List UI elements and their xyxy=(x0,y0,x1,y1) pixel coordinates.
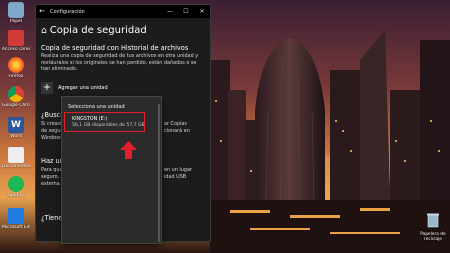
documents-icon xyxy=(8,147,24,163)
title-bar: ← Configuración — ☐ ✕ xyxy=(36,5,210,18)
edge-icon xyxy=(8,208,24,224)
desktop-icon-firefox[interactable]: Firefox xyxy=(2,57,30,79)
word-icon: W xyxy=(8,117,24,133)
minimize-button[interactable]: — xyxy=(162,5,178,18)
spotify-icon xyxy=(8,176,24,192)
home-icon: ⌂ xyxy=(41,26,47,36)
desktop-icon-edge[interactable]: Microsoft Edge xyxy=(2,208,30,230)
obscured-text: idad USB xyxy=(164,174,187,180)
desktop-recycle-bin[interactable]: Papelera de reciclaje xyxy=(418,212,448,242)
arrow-up-icon xyxy=(120,141,137,159)
desktop-icon-shortcut[interactable]: Acceso Directo xyxy=(2,30,30,52)
obscured-text: en un lugar xyxy=(164,167,192,173)
desktop-icon-word[interactable]: W Word xyxy=(2,117,30,139)
desktop-icon-label: Firefox xyxy=(8,74,24,79)
window-title: Configuración xyxy=(50,8,85,15)
desktop-icon-label: Google Chrome xyxy=(2,103,30,108)
page-title-text: Copia de seguridad xyxy=(49,25,147,36)
desktop-icon-label: Word xyxy=(10,134,22,139)
obscured-text: ar Copias xyxy=(164,121,187,127)
recycle-bin-label: Papelera de reciclaje xyxy=(420,232,446,242)
section-title: Copia de seguridad con Historial de arch… xyxy=(41,44,189,52)
desktop-icon-label: Documentos xyxy=(2,164,30,169)
plus-icon: + xyxy=(41,82,53,94)
chrome-icon xyxy=(8,86,24,102)
desktop-icon-documents[interactable]: Documentos xyxy=(2,147,30,169)
desktop-icon-label: Spotify xyxy=(8,193,24,198)
recycle-bin-icon xyxy=(427,213,439,228)
firefox-icon xyxy=(8,57,24,73)
page-title: ⌂ Copia de seguridad xyxy=(41,25,147,36)
desktop-icon-label: Microsoft Edge xyxy=(2,225,30,230)
recycle-icon xyxy=(8,2,24,18)
section-description: Realiza una copia de seguridad de tus ar… xyxy=(41,53,199,73)
desktop-icon-chrome[interactable]: Google Chrome xyxy=(2,86,30,108)
shortcut-icon xyxy=(8,30,24,46)
obscured-text: cionará en xyxy=(164,128,190,134)
desktop-icon-recycle[interactable]: Papel xyxy=(2,2,30,24)
back-arrow-icon[interactable]: ← xyxy=(36,5,48,18)
flyout-scrollbar[interactable] xyxy=(158,104,160,242)
desktop-icon-label: Acceso Directo xyxy=(2,47,30,52)
desktop-icon-spotify[interactable]: Spotify xyxy=(2,176,30,198)
drive-highlight-box xyxy=(64,112,145,132)
add-drive-button[interactable]: + Agregar una unidad xyxy=(41,81,108,95)
maximize-button[interactable]: ☐ xyxy=(178,5,194,18)
desktop-icon-column: Papel Acceso Directo Firefox Google Chro… xyxy=(0,0,32,253)
flyout-heading: Selecciona una unidad xyxy=(68,104,125,110)
add-drive-label: Agregar una unidad xyxy=(58,85,108,91)
desktop-icon-label: Papel xyxy=(9,19,23,24)
close-button[interactable]: ✕ xyxy=(194,5,210,18)
